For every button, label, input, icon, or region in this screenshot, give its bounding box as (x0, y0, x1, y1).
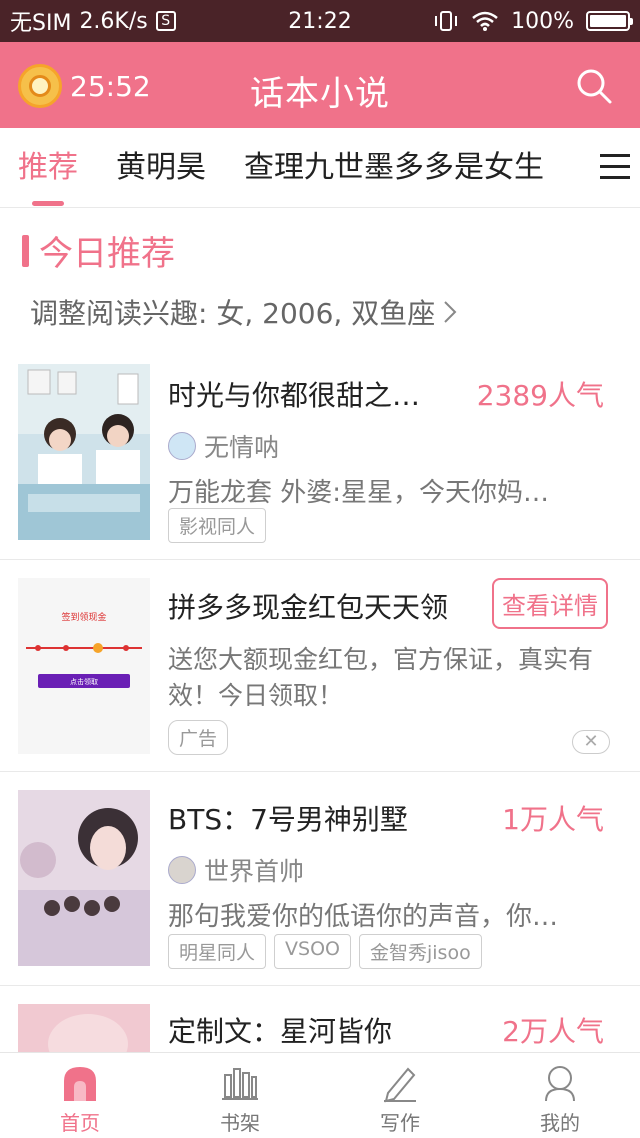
app-screen: 无SIM 2.6K/s S 21:22 100% 25:52 话本小说 推荐 黄… (0, 0, 640, 1138)
ad-cover: 签到领现金 点击领取 (18, 578, 150, 754)
item-title: BTS：7号男神别墅 (168, 803, 408, 836)
ad-tags: 广告 (168, 720, 229, 755)
tag[interactable]: 影视同人 (168, 508, 267, 543)
author-name: 无情呐 (204, 433, 280, 462)
author-avatar (168, 432, 196, 460)
item-title: 定制文：星河皆你 (168, 1015, 393, 1048)
section-accent-bar (22, 234, 29, 267)
nav-profile[interactable]: 我的 (480, 1053, 640, 1138)
nav-profile-label: 我的 (540, 1111, 580, 1135)
close-icon[interactable]: ✕ (572, 730, 610, 754)
section-title: 今日推荐 (39, 234, 175, 274)
interest-text: 调整阅读兴趣: 女, 2006, 双鱼座 (30, 297, 436, 330)
item-popularity: 2万人气 (502, 1015, 604, 1048)
item-tags: 影视同人 (168, 508, 267, 543)
tag[interactable]: 明星同人 (168, 934, 267, 969)
tab-chali[interactable]: 查理九世墨多多是女生 (244, 128, 544, 208)
profile-icon (545, 1066, 575, 1102)
item-description: 那句我爱你的低语你的声音，你… (168, 902, 559, 932)
nav-home[interactable]: 首页 (0, 1053, 160, 1138)
book-cover (18, 790, 150, 966)
app-title: 话本小说 (250, 74, 390, 114)
search-icon[interactable] (574, 66, 614, 106)
author-name: 世界首帅 (204, 857, 305, 886)
ad-item[interactable]: 签到领现金 点击领取 拼多多现金红包天天领 查看详情 送您大额现金红包，官方保证… (0, 560, 640, 772)
nav-write[interactable]: 写作 (320, 1053, 480, 1138)
chevron-right-icon (444, 301, 457, 323)
section-heading: 今日推荐 (22, 226, 175, 275)
item-author: 世界首帅 (168, 852, 304, 888)
list-item[interactable]: BTS：7号男神别墅 1万人气 世界首帅 那句我爱你的低语你的声音，你… 明星同… (0, 772, 640, 986)
tag[interactable]: 金智秀jisoo (358, 934, 482, 969)
app-header: 25:52 话本小说 (0, 42, 640, 128)
item-tags: 明星同人 VSOO 金智秀jisoo (168, 934, 482, 969)
item-title: 时光与你都很甜之… (168, 379, 421, 412)
status-bar: 无SIM 2.6K/s S 21:22 100% (0, 0, 640, 42)
tab-huang-ming-hao[interactable]: 黄明昊 (116, 128, 206, 208)
list-item[interactable]: 时光与你都很甜之… 2389人气 无情呐 万能龙套 外婆:星星，今天你妈… 影视… (0, 346, 640, 560)
ad-description: 送您大额现金红包，官方保证，真实有效！今日领取！ (168, 645, 594, 710)
ad-cover-heading: 签到领现金 (61, 611, 106, 623)
item-popularity: 2389人气 (476, 379, 604, 412)
item-author: 无情呐 (168, 428, 279, 464)
status-right: 100% (433, 8, 633, 34)
battery-percent: 100% (511, 8, 574, 34)
item-description: 万能龙套 外婆:星星，今天你妈… (168, 478, 550, 508)
ad-title: 拼多多现金红包天天领 (168, 591, 449, 624)
menu-icon[interactable] (600, 154, 630, 180)
author-avatar (168, 856, 196, 884)
wifi-icon (472, 11, 498, 31)
tab-recommend[interactable]: 推荐 (18, 128, 78, 208)
network-speed: 2.6K/s (79, 8, 148, 34)
nav-home-label: 首页 (60, 1111, 100, 1135)
status-left: 无SIM 2.6K/s S (10, 5, 240, 37)
sim-status-icon: S (155, 11, 176, 31)
bookshelf-icon (222, 1068, 258, 1100)
home-icon (64, 1067, 96, 1101)
bottom-nav: 首页 书架 写作 我的 (0, 1052, 640, 1138)
pencil-icon (384, 1067, 416, 1103)
tag[interactable]: VSOO (274, 934, 351, 969)
ad-cover-button: 点击领取 (70, 677, 98, 686)
vibrate-icon (435, 11, 458, 31)
nav-bookshelf-label: 书架 (220, 1111, 260, 1135)
battery-icon (586, 11, 633, 31)
item-popularity: 1万人气 (502, 803, 604, 836)
ad-label: 广告 (168, 720, 229, 755)
list-item[interactable]: 定制文：星河皆你 2万人气 (0, 986, 640, 1064)
nav-bookshelf[interactable]: 书架 (160, 1053, 320, 1138)
book-cover (18, 364, 150, 540)
interest-settings-link[interactable]: 调整阅读兴趣: 女, 2006, 双鱼座 (30, 292, 457, 332)
category-tabs: 推荐 黄明昊 查理九世墨多多是女生 (0, 128, 640, 208)
carrier-text: 无SIM (10, 11, 72, 36)
nav-write-label: 写作 (380, 1111, 420, 1135)
view-details-button[interactable]: 查看详情 (492, 578, 608, 629)
